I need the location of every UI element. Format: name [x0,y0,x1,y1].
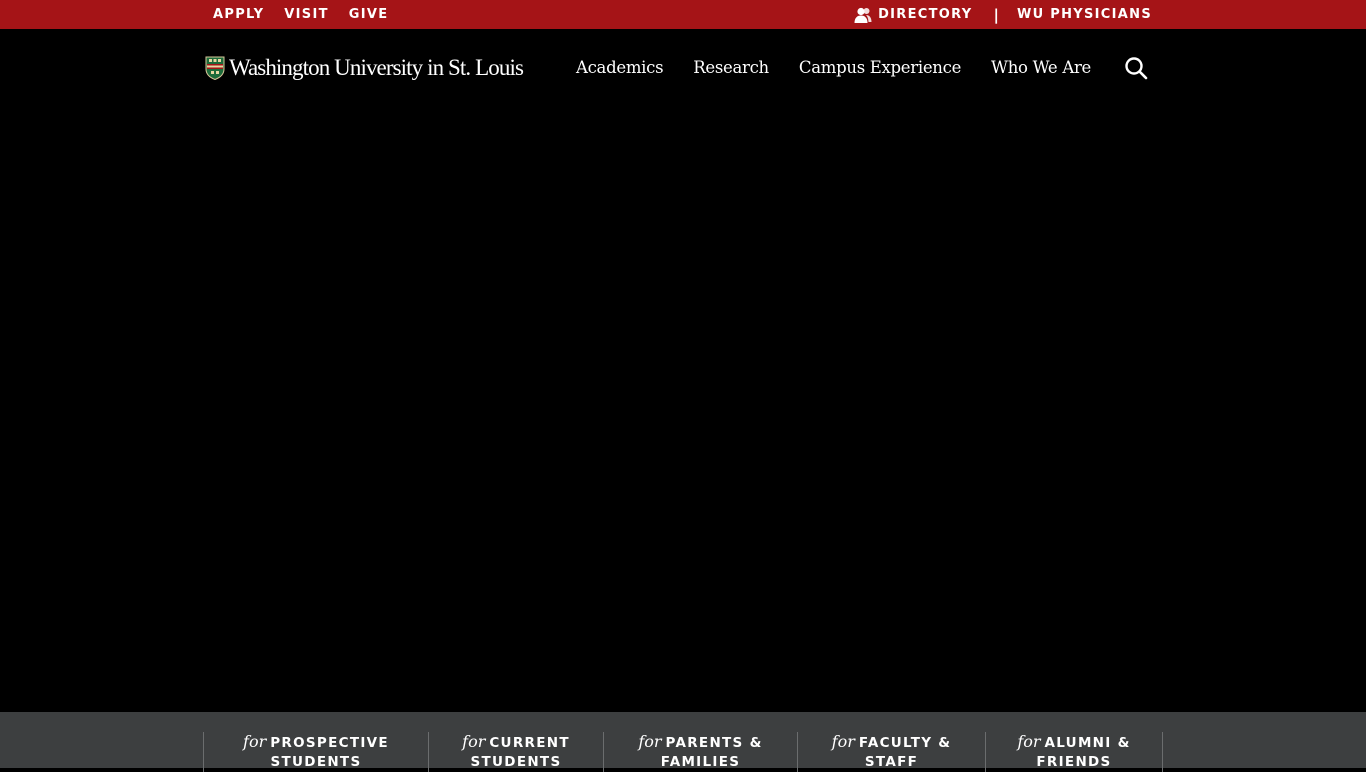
audience-label: FACULTY & [858,735,952,751]
for-label: for [638,732,662,751]
nav-research[interactable]: Research [693,58,769,77]
apply-link[interactable]: APPLY [213,7,264,22]
directory-link[interactable]: DIRECTORY [878,7,972,22]
give-link[interactable]: GIVE [349,7,389,22]
audience-label: STAFF [864,754,919,770]
nav-who-we-are[interactable]: Who We Are [991,58,1091,77]
audience-prospective-students[interactable]: for PROSPECTIVE STUDENTS [203,732,428,772]
for-label: for [1017,732,1041,751]
audience-faculty-staff[interactable]: for FACULTY & STAFF [797,732,985,772]
audience-label: FRIENDS [1036,754,1112,770]
search-icon[interactable] [1124,56,1148,80]
utility-links-right: DIRECTORY | WU PHYSICIANS [854,0,1152,29]
audience-label: PARENTS & [665,735,763,751]
divider: | [993,5,999,24]
audience-alumni-friends[interactable]: for ALUMNI & FRIENDS [985,732,1163,772]
university-logo[interactable]: Washington University in St. Louis [205,55,524,81]
wu-physicians-link[interactable]: WU PHYSICIANS [1017,7,1152,22]
audience-label: CURRENT [489,735,570,751]
audience-links: for PROSPECTIVE STUDENTS for CURRENT STU… [203,732,1163,772]
for-label: for [831,732,855,751]
shield-icon [205,56,225,80]
audience-bar: for PROSPECTIVE STUDENTS for CURRENT STU… [0,712,1366,772]
utility-links-left: APPLY VISIT GIVE [213,0,388,29]
logo-wordmark: Washington University in St. Louis [229,55,524,80]
people-icon [854,7,872,23]
audience-label: STUDENTS [270,754,362,770]
audience-label: ALUMNI & [1044,735,1131,751]
visit-link[interactable]: VISIT [284,7,328,22]
main-nav: Academics Research Campus Experience Who… [576,55,1121,79]
utility-bar: APPLY VISIT GIVE DIRECTORY | WU PHYSICIA… [0,0,1366,29]
nav-campus-experience[interactable]: Campus Experience [799,58,961,77]
audience-parents-families[interactable]: for PARENTS & FAMILIES [603,732,797,772]
for-label: for [462,732,486,751]
audience-label: PROSPECTIVE [270,735,389,751]
site-header: Washington University in St. Louis Acade… [0,29,1366,105]
nav-academics[interactable]: Academics [576,58,664,77]
audience-current-students[interactable]: for CURRENT STUDENTS [428,732,603,772]
for-label: for [243,732,267,751]
audience-label: FAMILIES [660,754,741,770]
hero-area [0,105,1366,712]
audience-label: STUDENTS [470,754,562,770]
